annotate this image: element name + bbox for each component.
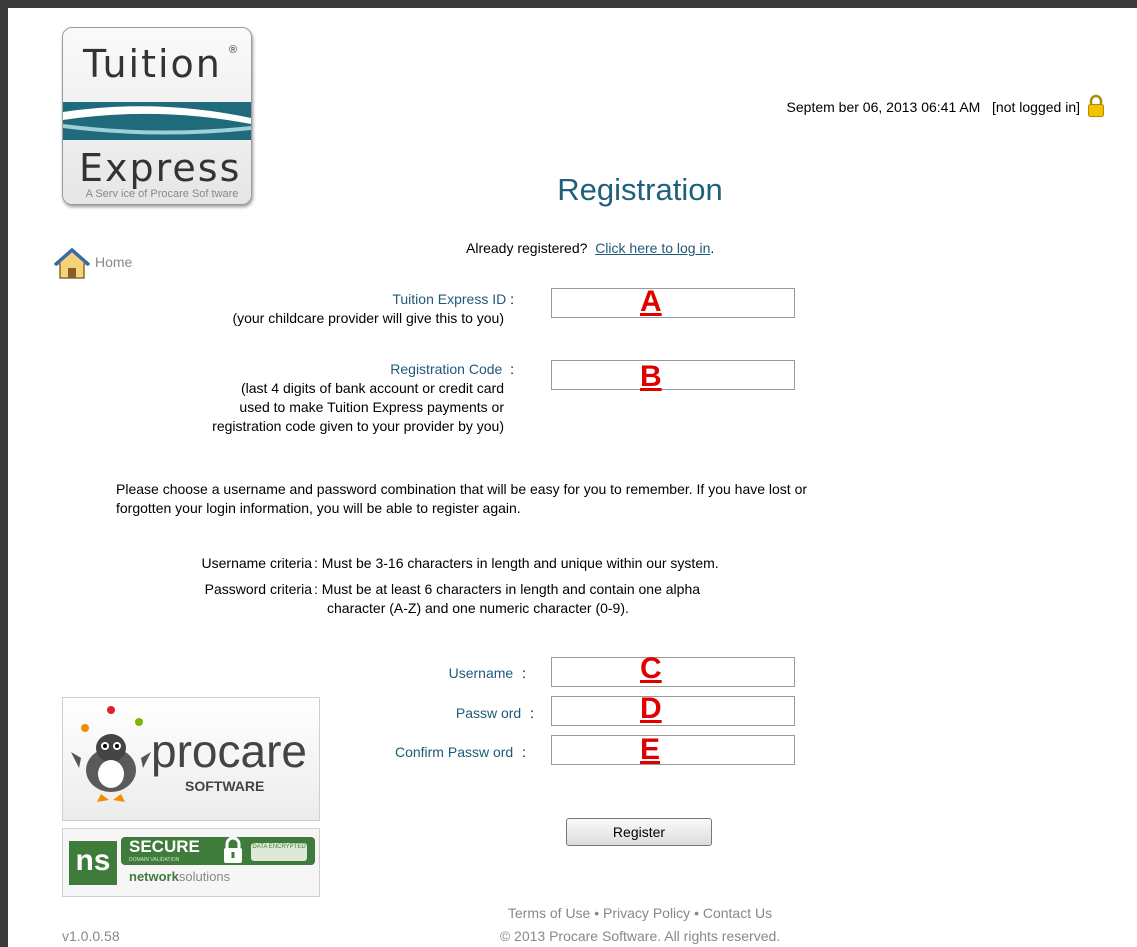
- contact-link[interactable]: Contact Us: [703, 905, 772, 921]
- label-colon: :: [530, 705, 534, 721]
- instructions-line-2: forgotten your login information, you wi…: [116, 500, 521, 516]
- footer-bullet: •: [694, 905, 699, 921]
- padlock-icon: [224, 836, 242, 863]
- logo-text-tuition: Tuition: [83, 42, 222, 86]
- penguin-mascot-icon: [71, 706, 151, 802]
- page-title: Registration: [557, 172, 723, 207]
- tuition-express-logo[interactable]: Tuition ® Express: [62, 27, 252, 205]
- username-label: Username: [448, 665, 514, 681]
- username-label-row: Username :: [300, 665, 526, 683]
- home-label: Home: [95, 254, 133, 270]
- logo-tagline: A Serv ice of Procare Sof tware: [85, 188, 239, 200]
- tuition-id-label-block: Tuition Express ID : (your childcare pro…: [120, 290, 514, 328]
- password-label: Passw ord: [455, 705, 522, 721]
- lock-icon: [1088, 94, 1104, 117]
- marker-e: E: [640, 733, 661, 766]
- username-criteria: : Must be 3-16 characters in length and …: [314, 555, 719, 571]
- password-criteria-2: character (A-Z) and one numeric characte…: [327, 600, 629, 616]
- network-solutions-text: networksolutions: [129, 869, 230, 884]
- tuition-id-input[interactable]: [551, 288, 795, 318]
- reg-code-label-block: Registration Code : (last 4 digits of ba…: [80, 360, 514, 436]
- ns-logo: ns: [69, 841, 117, 885]
- label-colon: :: [510, 361, 514, 377]
- network-word: network: [129, 869, 179, 884]
- logo-text-express: Express: [79, 146, 242, 190]
- marker-c: C: [640, 652, 662, 685]
- logo-registered-mark: ®: [229, 44, 238, 56]
- reg-code-hint-3: registration code given to your provider…: [212, 418, 504, 434]
- reg-code-input[interactable]: [551, 360, 795, 390]
- tuition-id-hint: (your childcare provider will give this …: [232, 310, 504, 326]
- solutions-word: solutions: [178, 869, 231, 884]
- reg-code-hint-2: used to make Tuition Express payments or: [239, 399, 504, 415]
- home-icon: [53, 247, 91, 279]
- secure-validation: DOMAIN VALIDATION: [129, 857, 180, 863]
- tuition-id-label: Tuition Express ID: [392, 291, 507, 307]
- password-criteria-1: : Must be at least 6 characters in lengt…: [314, 581, 701, 597]
- logo-band-graphic: [63, 102, 251, 140]
- data-encrypted: DATA ENCRYPTED: [251, 843, 307, 861]
- reg-code-hint-1: (last 4 digits of bank account or credit…: [240, 380, 504, 396]
- already-registered: Already registered? Click here to log in…: [466, 240, 714, 256]
- confirm-password-input[interactable]: [551, 735, 795, 765]
- label-colon: :: [522, 665, 526, 681]
- copyright: © 2013 Procare Software. All rights rese…: [499, 928, 781, 944]
- password-input[interactable]: [551, 696, 795, 726]
- instructions-line-1: Please choose a username and password co…: [116, 481, 808, 497]
- username-criteria-label: Username criteria: [201, 555, 312, 571]
- marker-b: B: [640, 360, 662, 393]
- login-link-period: .: [710, 240, 715, 256]
- secure-word: SECURE: [129, 837, 200, 856]
- terms-link[interactable]: Terms of Use: [508, 905, 590, 921]
- already-registered-text: Already registered?: [466, 240, 588, 256]
- label-colon: :: [510, 291, 514, 307]
- instructions-text: Please choose a username and password co…: [116, 480, 1116, 518]
- footer-links: Terms of Use • Privacy Policy • Contact …: [440, 905, 840, 921]
- password-criteria-label: Password criteria: [204, 581, 312, 597]
- procare-badge[interactable]: procare SOFTWARE: [62, 697, 320, 821]
- privacy-link[interactable]: Privacy Policy: [603, 905, 690, 921]
- register-button[interactable]: Register: [566, 818, 712, 846]
- procare-word: procare: [151, 725, 307, 777]
- procare-software: SOFTWARE: [185, 778, 265, 794]
- home-link[interactable]: Home: [53, 247, 132, 280]
- marker-d: D: [640, 692, 662, 725]
- login-status: [not logged in]: [992, 99, 1080, 115]
- reg-code-label: Registration Code: [390, 361, 503, 377]
- footer-bullet: •: [594, 905, 600, 921]
- current-datetime: Septem ber 06, 2013 06:41 AM: [786, 99, 981, 115]
- confirm-password-label: Confirm Passw ord: [394, 744, 514, 760]
- username-input[interactable]: [551, 657, 795, 687]
- confirm-password-label-row: Confirm Passw ord :: [300, 744, 526, 762]
- version: v1.0.0.58: [62, 928, 120, 944]
- password-label-row: Passw ord :: [300, 705, 534, 723]
- header-status: Septem ber 06, 2013 06:41 AM [not logged…: [640, 99, 1080, 115]
- marker-a: A: [640, 285, 662, 318]
- label-colon: :: [522, 744, 526, 760]
- secure-badge[interactable]: ns SECURE DOMAIN VALIDATION DATA ENCRYPT…: [62, 828, 320, 897]
- login-link[interactable]: Click here to log in: [595, 240, 710, 256]
